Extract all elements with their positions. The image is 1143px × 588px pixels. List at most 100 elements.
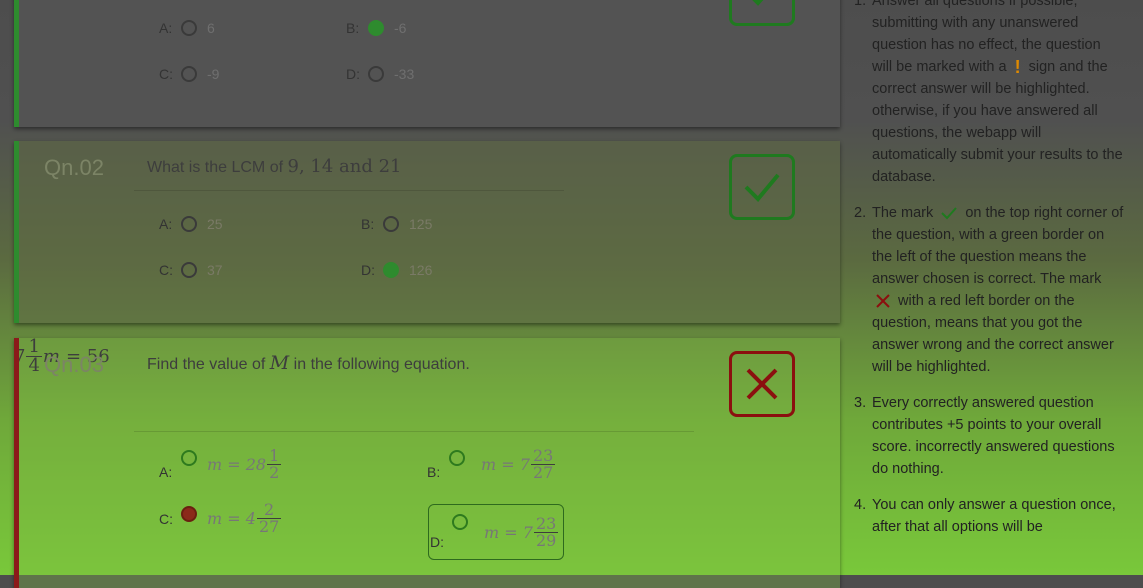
- denominator: 29: [533, 530, 559, 550]
- numerator: 2: [264, 500, 275, 519]
- option-value: m = 7 23 27: [481, 448, 556, 481]
- numerator: 1: [269, 446, 280, 465]
- option-label: B:: [427, 463, 441, 480]
- option-a[interactable]: A: 6: [159, 20, 215, 36]
- denominator: 4: [26, 355, 42, 376]
- instructions-panel: 1. Answer all questions if possible, sub…: [854, 0, 1124, 552]
- option-d[interactable]: D: 126: [361, 262, 432, 278]
- question-suffix: in the following equation.: [293, 356, 470, 373]
- rule-item: 2. The mark on the top right corner of t…: [854, 202, 1124, 378]
- rule-item: 4. You can only answer a question once, …: [854, 494, 1124, 538]
- radio-button-selected[interactable]: [383, 262, 399, 278]
- radio-button[interactable]: [181, 450, 197, 466]
- rule-text-part: with a red left border on the question, …: [872, 293, 1114, 376]
- wrong-mark: [729, 351, 795, 417]
- radio-button[interactable]: [181, 262, 197, 278]
- option-b[interactable]: B: -6: [346, 20, 406, 36]
- radio-button-selected[interactable]: [181, 506, 197, 522]
- option-label: A:: [159, 463, 173, 480]
- question-number: Qn.02: [44, 155, 104, 180]
- radio-button-selected[interactable]: [368, 20, 384, 36]
- option-lhs: m = 7: [481, 455, 530, 474]
- denominator: 27: [530, 463, 556, 482]
- option-value: 125: [409, 216, 433, 232]
- rule-number: 2.: [854, 205, 867, 222]
- option-b[interactable]: B: 125: [361, 216, 432, 232]
- option-label: B:: [361, 216, 375, 232]
- divider: [134, 190, 564, 191]
- question-number: Qn.03: [44, 352, 104, 377]
- correct-border: [14, 141, 19, 323]
- option-label: D:: [361, 262, 375, 278]
- radio-button[interactable]: [181, 66, 197, 82]
- question-card-2: Qn.02 What is the LCM of 9, 14 and 21 A:…: [14, 141, 840, 323]
- option-value: m = 28 1 2: [207, 448, 282, 481]
- divider: [134, 431, 694, 432]
- option-c[interactable]: C: 37: [159, 262, 223, 278]
- question-text: Find the value of M in the following equ…: [147, 352, 470, 374]
- option-value: 37: [207, 262, 223, 278]
- numerator: 23: [532, 446, 554, 465]
- exclamation-icon: !: [1014, 57, 1021, 78]
- question-math: 9, 14 and 21: [287, 156, 402, 177]
- option-value: -9: [207, 66, 220, 82]
- wrong-border: [14, 338, 19, 588]
- denominator: 2: [267, 463, 282, 482]
- option-label: A:: [159, 20, 173, 36]
- rule-text: Answer all questions if possible, submit…: [872, 0, 1124, 188]
- check-icon: [752, 0, 764, 6]
- option-a[interactable]: A: m = 28 1 2: [159, 448, 282, 481]
- option-value: m = 4 2 27: [207, 502, 282, 535]
- option-fraction: 23 29: [533, 513, 559, 550]
- option-c[interactable]: C: -9: [159, 66, 219, 82]
- option-label: C:: [159, 262, 173, 278]
- correct-mark: [729, 154, 795, 220]
- question-text: What is the LCM of 9, 14 and 21: [147, 156, 402, 177]
- option-c[interactable]: C: m = 4 2 27: [159, 502, 282, 535]
- correct-border: [14, 0, 19, 127]
- option-label: D:: [346, 66, 360, 82]
- option-lhs: m = 7: [484, 522, 533, 542]
- radio-button[interactable]: [383, 216, 399, 232]
- check-icon: [941, 207, 958, 220]
- option-a[interactable]: A: 25: [159, 216, 223, 232]
- option-label: B:: [346, 20, 360, 36]
- option-label: C:: [159, 510, 173, 527]
- cross-icon: [746, 368, 778, 400]
- rule-item: 1. Answer all questions if possible, sub…: [854, 0, 1124, 188]
- option-fraction: 23 27: [530, 446, 556, 482]
- rule-item: 3. Every correctly answered question con…: [854, 392, 1124, 480]
- rule-number: 4.: [854, 497, 867, 514]
- radio-button[interactable]: [452, 514, 468, 530]
- radio-button[interactable]: [181, 216, 197, 232]
- option-lhs: m = 4: [207, 509, 256, 528]
- option-fraction: 2 27: [256, 500, 282, 536]
- numerator: 1: [28, 336, 40, 357]
- rule-number: 3.: [854, 395, 867, 412]
- question-card-3: Qn.03 Find the value of M in the followi…: [14, 338, 840, 588]
- denominator: 27: [256, 517, 282, 536]
- option-value: 126: [409, 262, 433, 278]
- correct-mark: [729, 0, 795, 26]
- numerator: 23: [535, 513, 557, 533]
- option-value: 6: [207, 20, 215, 36]
- rule-text: Every correctly answered question contri…: [872, 395, 1115, 478]
- rule-number: 1.: [854, 0, 867, 9]
- rule-text: The mark on the top right corner of the …: [872, 202, 1124, 378]
- option-d[interactable]: D: m = 7 23 29: [430, 514, 559, 550]
- option-d[interactable]: D: -33: [346, 66, 414, 82]
- radio-button[interactable]: [449, 450, 465, 466]
- radio-button[interactable]: [368, 66, 384, 82]
- question-prefix: Find the value of: [147, 356, 266, 373]
- radio-button[interactable]: [181, 20, 197, 36]
- question-card-1: A: 6 B: -6 C: -9 D: -33: [14, 0, 840, 127]
- option-lhs: m = 28: [207, 455, 267, 474]
- question-prefix: What is the LCM of: [147, 159, 284, 176]
- option-b[interactable]: B: m = 7 23 27: [427, 448, 556, 481]
- option-value: -6: [394, 20, 407, 36]
- check-icon: [744, 173, 780, 202]
- rule-text-part: sign and the correct answer will be high…: [872, 59, 1123, 186]
- option-value: -33: [394, 66, 415, 82]
- rule-text: You can only answer a question once, aft…: [872, 497, 1116, 536]
- option-label: A:: [159, 216, 173, 232]
